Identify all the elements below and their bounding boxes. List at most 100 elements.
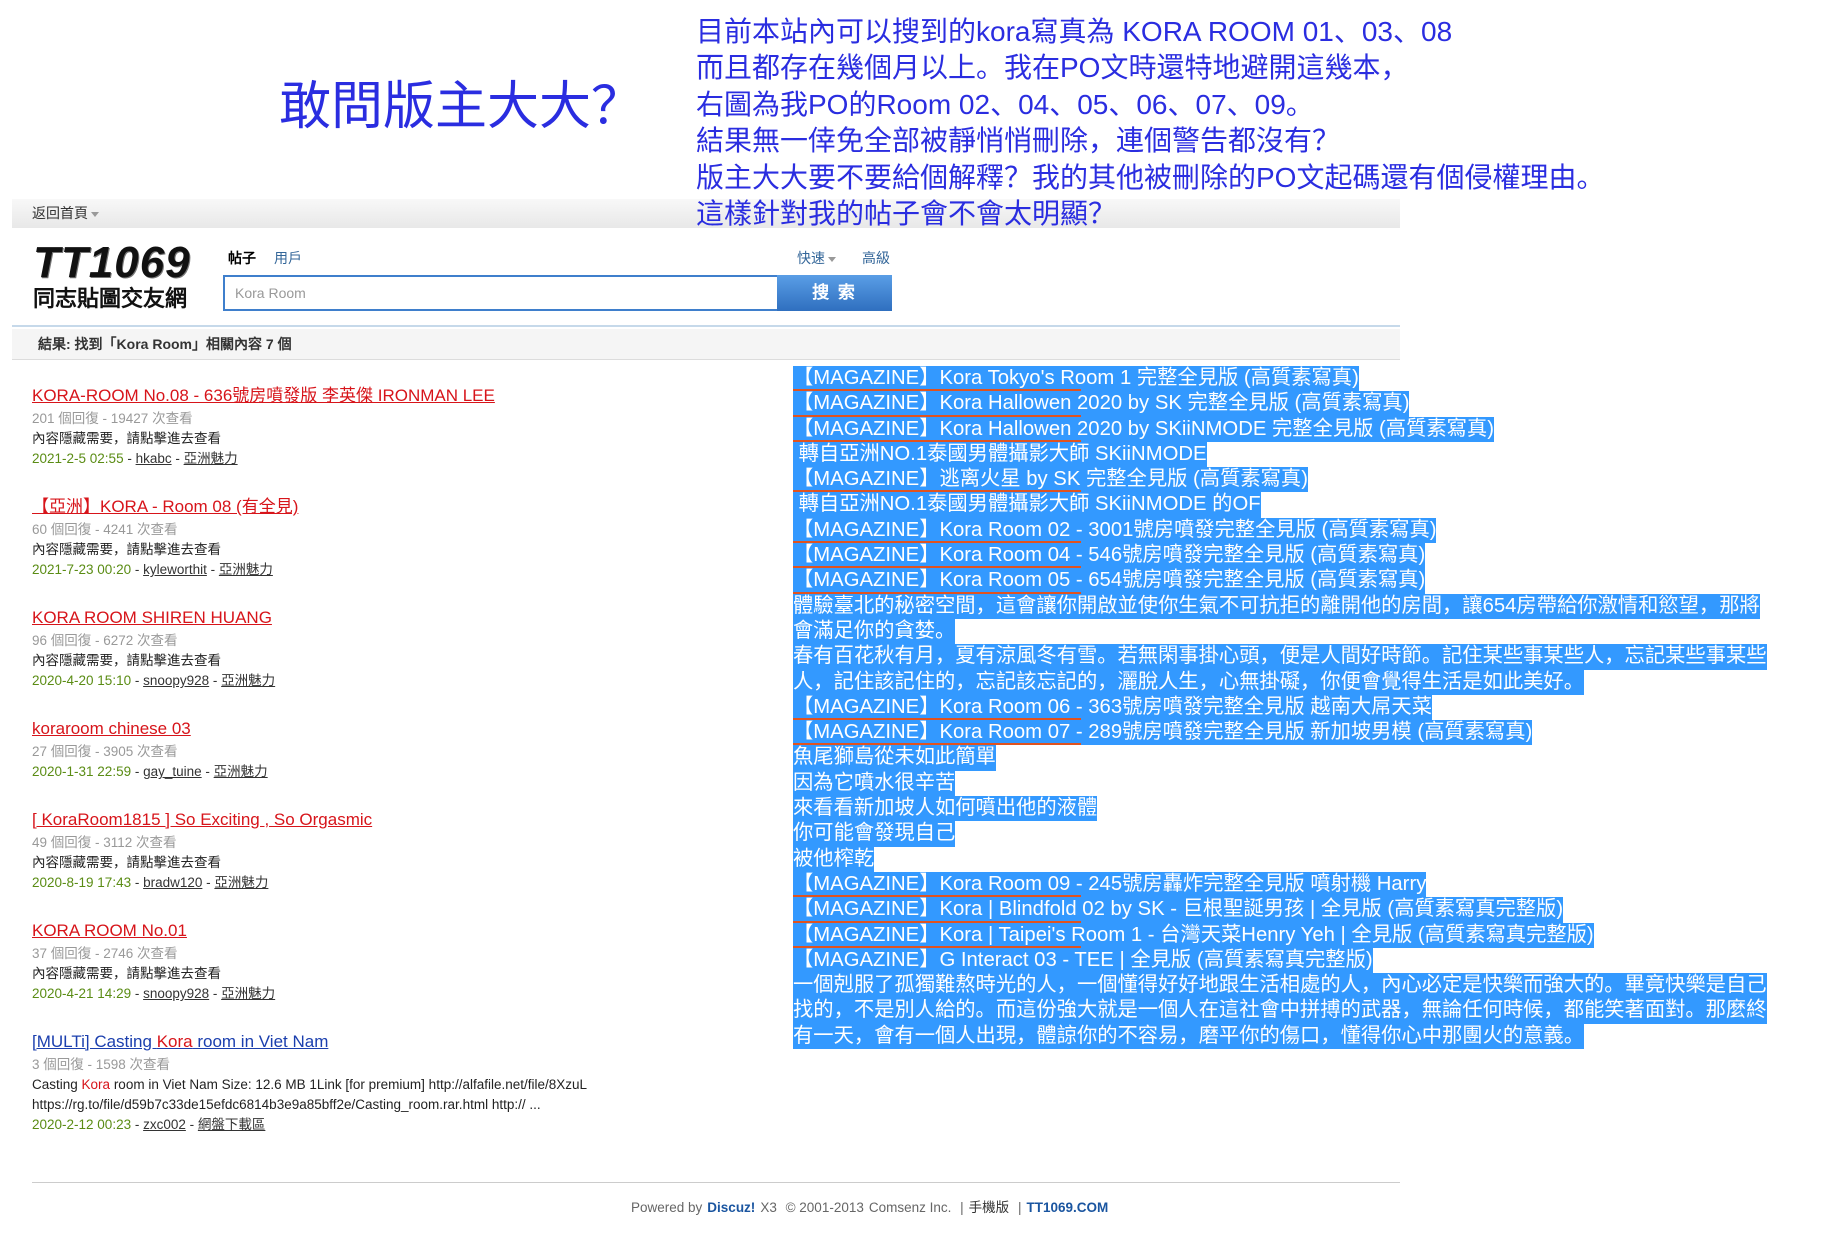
forum-link[interactable]: 亞洲魅力 [214, 875, 268, 890]
search-result-item: koraroom chinese 03 27 個回復 - 3905 次查看 2020… [32, 716, 792, 782]
selected-text: 【MAGAZINE】Kora | Taipei's Room 1 - 台灣天菜H… [793, 922, 1594, 949]
meta-separator: - [171, 451, 184, 466]
results-summary-bar: 結果: 找到「Kora Room」相關內容 7 個 [12, 329, 1400, 360]
forum-link[interactable]: 亞洲魅力 [221, 673, 275, 688]
search-button[interactable]: 搜 索 [777, 275, 892, 311]
result-meta-line: 2020-8-19 17:43 - bradw120 - 亞洲魅力 [32, 873, 792, 893]
snippet-text: 內容隱藏需要，請點擊進去查看 [32, 966, 221, 981]
forum-link[interactable]: 亞洲魅力 [214, 764, 268, 779]
footer-divider [32, 1182, 1400, 1183]
author-link[interactable]: bradw120 [143, 875, 202, 890]
meta-separator: - [123, 451, 136, 466]
post-date: 2020-1-31 22:59 [32, 764, 132, 779]
selected-text: 轉自亞洲NO.1泰國男體攝影大師 SKiiNMODE [793, 441, 1207, 468]
result-snippet: 內容隱藏需要，請點擊進去查看 [32, 540, 792, 560]
author-link[interactable]: zxc002 [143, 1117, 186, 1132]
selected-text: 【MAGAZINE】Kora Room 07 - 289號房噴發完整全見版 新加… [793, 720, 1533, 746]
forum-link[interactable]: 網盤下載區 [198, 1117, 266, 1132]
forum-link[interactable]: 亞洲魅力 [221, 986, 275, 1001]
selected-text: 【MAGAZINE】Kora Room 09 - 245號房轟炸完整全見版 噴射… [793, 871, 1427, 898]
selected-text-line: 轉自亞洲NO.1泰國男體攝影大師 SKiiNMODE 的OF [793, 492, 1767, 518]
selected-text-line: 【MAGAZINE】逃离火星 by SK 完整全見版 (高質素寫真) [793, 467, 1767, 493]
chevron-down-icon [828, 256, 836, 262]
footer-separator: | [1017, 1200, 1022, 1215]
keyword-highlight: Kora [156, 1032, 193, 1051]
selected-text: 【MAGAZINE】逃离火星 by SK 完整全見版 (高質素寫真) [793, 467, 1308, 493]
selected-text-line: 【MAGAZINE】Kora Room 07 - 289號房噴發完整全見版 新加… [793, 720, 1767, 746]
snippet-text: room in Viet Nam Size: 12.6 MB 1Link [fo… [110, 1077, 588, 1092]
divider [12, 325, 1400, 327]
selected-text: 被他榨乾 [793, 846, 875, 872]
result-title-link[interactable]: KORA ROOM No.01 [32, 918, 792, 944]
footer: Powered by Discuz! X3 © 2001-2013 Comsenz I… [631, 1199, 1113, 1217]
selected-text-line: 【MAGAZINE】Kora Room 02 - 3001號房噴發完整全見版 (… [793, 517, 1767, 544]
post-date: 2020-2-12 00:23 [32, 1117, 132, 1132]
selected-text: 【MAGAZINE】Kora Room 04 - 546號房噴發完整全見版 (高… [793, 543, 1426, 569]
selected-text: 【MAGAZINE】Kora Tokyo's Room 1 完整全見版 (高質素… [793, 366, 1359, 392]
selected-text-line: 春有百花秋有月，夏有涼風冬有雪。若無閑事掛心頭，便是人間好時節。記住某些事某些人… [793, 644, 1767, 670]
post-date: 2020-4-21 14:29 [32, 986, 132, 1001]
meta-separator: - [131, 1117, 144, 1132]
result-title-link[interactable]: [ KoraRoom1815 ] So Exciting , So Orgasm… [32, 807, 792, 833]
selected-text-line: 【MAGAZINE】Kora Hallowen 2020 by SK 完整全見版… [793, 391, 1767, 417]
selected-text-line: 因為它噴水很辛苦 [793, 770, 1767, 797]
selected-text: 【MAGAZINE】Kora Hallowen 2020 by SK 完整全見版… [793, 391, 1410, 417]
selected-text: 【MAGAZINE】Kora Room 05 - 654號房噴發完整全見版 (高… [793, 568, 1426, 594]
selected-text: 一個剋服了孤獨難熬時光的人，一個懂得好好地跟生活相處的人，內心必定是快樂而強大的… [793, 973, 1767, 999]
site-logo[interactable]: TT1069 同志貼圖交友網 [33, 240, 203, 312]
advanced-search-link[interactable]: 高級 [862, 249, 890, 267]
quick-search-dropdown[interactable]: 快速 [797, 249, 836, 267]
chevron-down-icon [91, 211, 99, 217]
comsenz-link[interactable]: Comsenz Inc. [869, 1200, 952, 1215]
selected-text: 轉自亞洲NO.1泰國男體攝影大師 SKiiNMODE 的OF [793, 492, 1261, 518]
snippet-text: 內容隱藏需要，請點擊進去查看 [32, 855, 221, 870]
author-link[interactable]: gay_tuine [143, 764, 202, 779]
selected-text-line: 你可能會發現自己 [793, 821, 1767, 847]
selected-text-line: 【MAGAZINE】G Interact 03 - TEE | 全見版 (高質素… [793, 947, 1767, 974]
mobile-version-link[interactable]: 手機版 [969, 1200, 1010, 1215]
forum-link[interactable]: 亞洲魅力 [184, 451, 238, 466]
meta-separator: - [131, 562, 144, 577]
selected-text-line: 【MAGAZINE】Kora Tokyo's Room 1 完整全見版 (高質素… [793, 366, 1767, 392]
post-date: 2020-4-20 15:10 [32, 673, 132, 688]
forum-link[interactable]: 亞洲魅力 [219, 562, 273, 577]
selected-text-line: 被他榨乾 [793, 846, 1767, 872]
result-title-link[interactable]: koraroom chinese 03 [32, 716, 792, 742]
back-to-home-link[interactable]: 返回首頁 [32, 199, 99, 228]
selected-text: 【MAGAZINE】Kora Hallowen 2020 by SKiiNMOD… [793, 416, 1494, 443]
search-input[interactable] [223, 275, 777, 311]
result-title-link[interactable]: [MULTi] Casting Kora room in Viet Nam [32, 1029, 792, 1055]
selected-text-line: 【MAGAZINE】Kora Room 06 - 363號房噴發完整全見版 越南… [793, 694, 1767, 721]
author-link[interactable]: snoopy928 [143, 986, 209, 1001]
author-link[interactable]: hkabc [136, 451, 172, 466]
author-link[interactable]: kyleworthit [143, 562, 207, 577]
site-home-link[interactable]: TT1069.COM [1026, 1200, 1108, 1215]
tab-posts[interactable]: 帖子 [228, 249, 256, 267]
reply-view-count: 27 個回復 - 3905 次查看 [32, 744, 178, 759]
result-title-link[interactable]: 【亞洲】KORA - Room 08 (有全見) [32, 494, 792, 520]
result-title-text: KORA ROOM SHIREN HUANG [32, 608, 272, 627]
tab-users[interactable]: 用戶 [274, 249, 302, 267]
result-title-link[interactable]: KORA ROOM SHIREN HUANG [32, 605, 792, 631]
selected-text: 【MAGAZINE】Kora Room 06 - 363號房噴發完整全見版 越南… [793, 694, 1432, 721]
selected-text-line: 【MAGAZINE】Kora Hallowen 2020 by SKiiNMOD… [793, 416, 1767, 443]
snippet-text: https://rg.to/file/d59b7c33de15efdc6814b… [32, 1097, 541, 1112]
discuz-link[interactable]: Discuz! [707, 1200, 755, 1215]
selected-text: 來看看新加坡人如何噴出他的液體 [793, 796, 1098, 822]
selected-text-line: 人，記住該記住的，忘記該忘記的，灑脫人生，心無掛礙，你便會覺得生活是如此美好。 [793, 669, 1767, 695]
meta-separator: - [201, 764, 214, 779]
result-meta-line: 2020-1-31 22:59 - gay_tuine - 亞洲魅力 [32, 762, 792, 782]
result-title-link[interactable]: KORA-ROOM No.08 - 636號房噴發版 李英傑 IRONMAN L… [32, 383, 792, 409]
snippet-text: Casting [32, 1077, 82, 1092]
selected-text: 人，記住該記住的，忘記該忘記的，灑脫人生，心無掛礙，你便會覺得生活是如此美好。 [793, 669, 1584, 695]
meta-separator: - [202, 875, 215, 890]
result-snippet: 內容隱藏需要，請點擊進去查看 [32, 853, 792, 873]
search-results-list: KORA-ROOM No.08 - 636號房噴發版 李英傑 IRONMAN L… [32, 383, 792, 1160]
author-link[interactable]: snoopy928 [143, 673, 209, 688]
snippet-text: 內容隱藏需要，請點擊進去查看 [32, 431, 221, 446]
result-snippet: https://rg.to/file/d59b7c33de15efdc6814b… [32, 1095, 792, 1115]
selected-text: 【MAGAZINE】Kora Room 02 - 3001號房噴發完整全見版 (… [793, 517, 1437, 544]
result-title-text: [ KoraRoom1815 ] So Exciting , So Orgasm… [32, 810, 373, 829]
search-result-item: KORA ROOM SHIREN HUANG 96 個回復 - 6272 次查看內… [32, 605, 792, 691]
selected-text: 會滿足你的貪婪。 [793, 618, 956, 645]
